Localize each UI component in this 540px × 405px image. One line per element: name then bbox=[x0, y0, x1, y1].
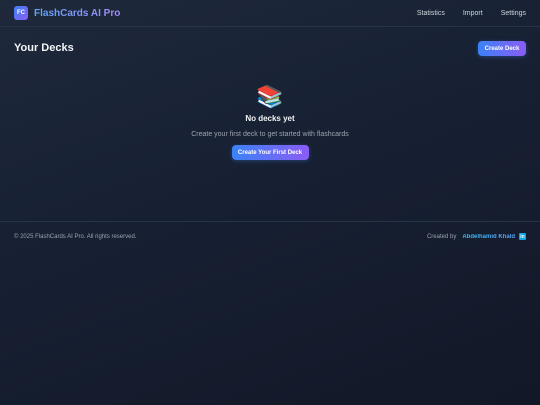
footer-credit: Created by Abdelhamid Khald in bbox=[427, 233, 526, 240]
create-deck-button[interactable]: Create Deck bbox=[478, 41, 526, 56]
page-title: Your Decks bbox=[14, 42, 74, 54]
created-by-label: Created by bbox=[426, 233, 457, 240]
nav-settings[interactable]: Settings bbox=[501, 10, 526, 17]
books-icon: 📚 bbox=[256, 84, 284, 109]
footer: © 2025 FlashCards AI Pro. All rights res… bbox=[0, 221, 540, 251]
empty-state-title: No decks yet bbox=[245, 114, 295, 123]
copyright-text: © 2025 FlashCards AI Pro. All rights res… bbox=[14, 233, 137, 240]
main-nav: Statistics Import Settings bbox=[417, 10, 526, 17]
nav-statistics[interactable]: Statistics bbox=[417, 10, 445, 17]
create-first-deck-button[interactable]: Create Your First Deck bbox=[231, 145, 309, 160]
empty-state: 📚 No decks yet Create your first deck to… bbox=[0, 84, 540, 160]
empty-state-subtitle: Create your first deck to get started wi… bbox=[191, 131, 349, 138]
app-logo[interactable]: FC bbox=[14, 6, 28, 20]
author-link[interactable]: Abdelhamid Khald bbox=[462, 234, 515, 240]
top-navbar: FC FlashCards AI Pro Statistics Import S… bbox=[0, 0, 540, 27]
app-title[interactable]: FlashCards AI Pro bbox=[34, 8, 120, 19]
nav-import[interactable]: Import bbox=[463, 10, 483, 17]
linkedin-icon[interactable]: in bbox=[519, 233, 526, 240]
